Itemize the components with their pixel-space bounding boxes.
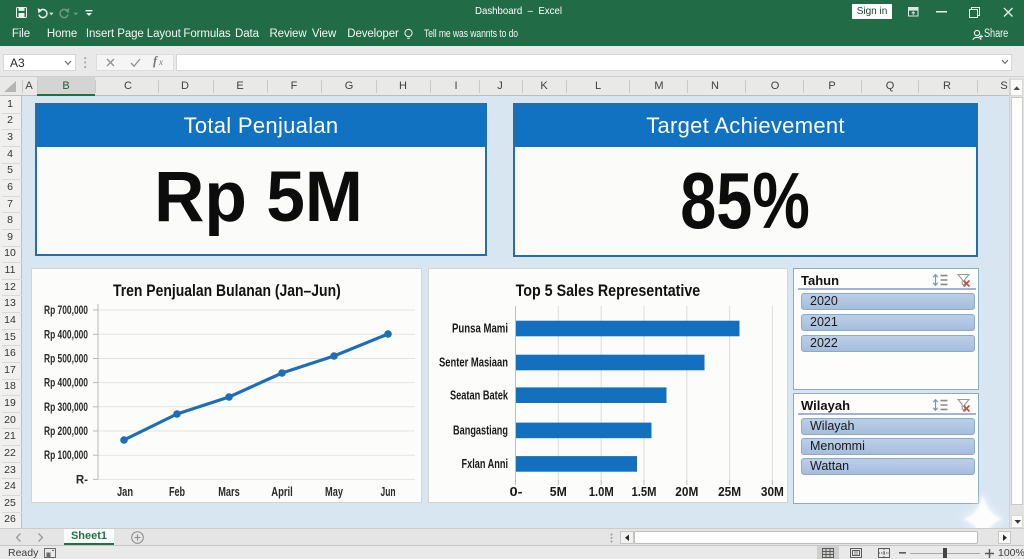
svg-text:Rp 500,000: Rp 500,000 xyxy=(44,354,88,366)
svg-text:May: May xyxy=(325,485,343,499)
svg-text:Rp 300,000: Rp 300,000 xyxy=(44,402,88,414)
svg-text:Seatan Batek: Seatan Batek xyxy=(450,388,508,402)
svg-text:20M: 20M xyxy=(675,485,698,499)
svg-text:Rp 100,000: Rp 100,000 xyxy=(44,450,88,462)
svg-text:Feb: Feb xyxy=(169,485,185,499)
svg-text:Rp 700,000: Rp 700,000 xyxy=(44,305,88,317)
svg-text:Jan: Jan xyxy=(117,485,133,499)
svg-text:1.5M: 1.5M xyxy=(632,485,657,499)
svg-text:Punsa Mami: Punsa Mami xyxy=(452,322,508,336)
svg-text:1.0M: 1.0M xyxy=(589,485,614,499)
svg-text:Rp 400,000: Rp 400,000 xyxy=(44,329,88,341)
svg-text:R-: R- xyxy=(76,474,88,486)
svg-text:Jun: Jun xyxy=(381,485,396,499)
svg-text:Senter Masiaan: Senter Masiaan xyxy=(439,356,508,370)
svg-text:5M: 5M xyxy=(550,485,567,499)
svg-text:0-: 0- xyxy=(510,485,523,499)
svg-text:Bangastiang: Bangastiang xyxy=(453,424,508,438)
svg-text:Mars: Mars xyxy=(218,485,240,499)
svg-text:April: April xyxy=(271,485,293,499)
svg-text:25M: 25M xyxy=(718,485,741,499)
svg-text:Rp 400,000: Rp 400,000 xyxy=(44,378,88,390)
svg-text:Rp 200,000: Rp 200,000 xyxy=(44,426,88,438)
svg-text:30M: 30M xyxy=(761,485,784,499)
svg-text:Fxlan Anni: Fxlan Anni xyxy=(462,457,509,471)
